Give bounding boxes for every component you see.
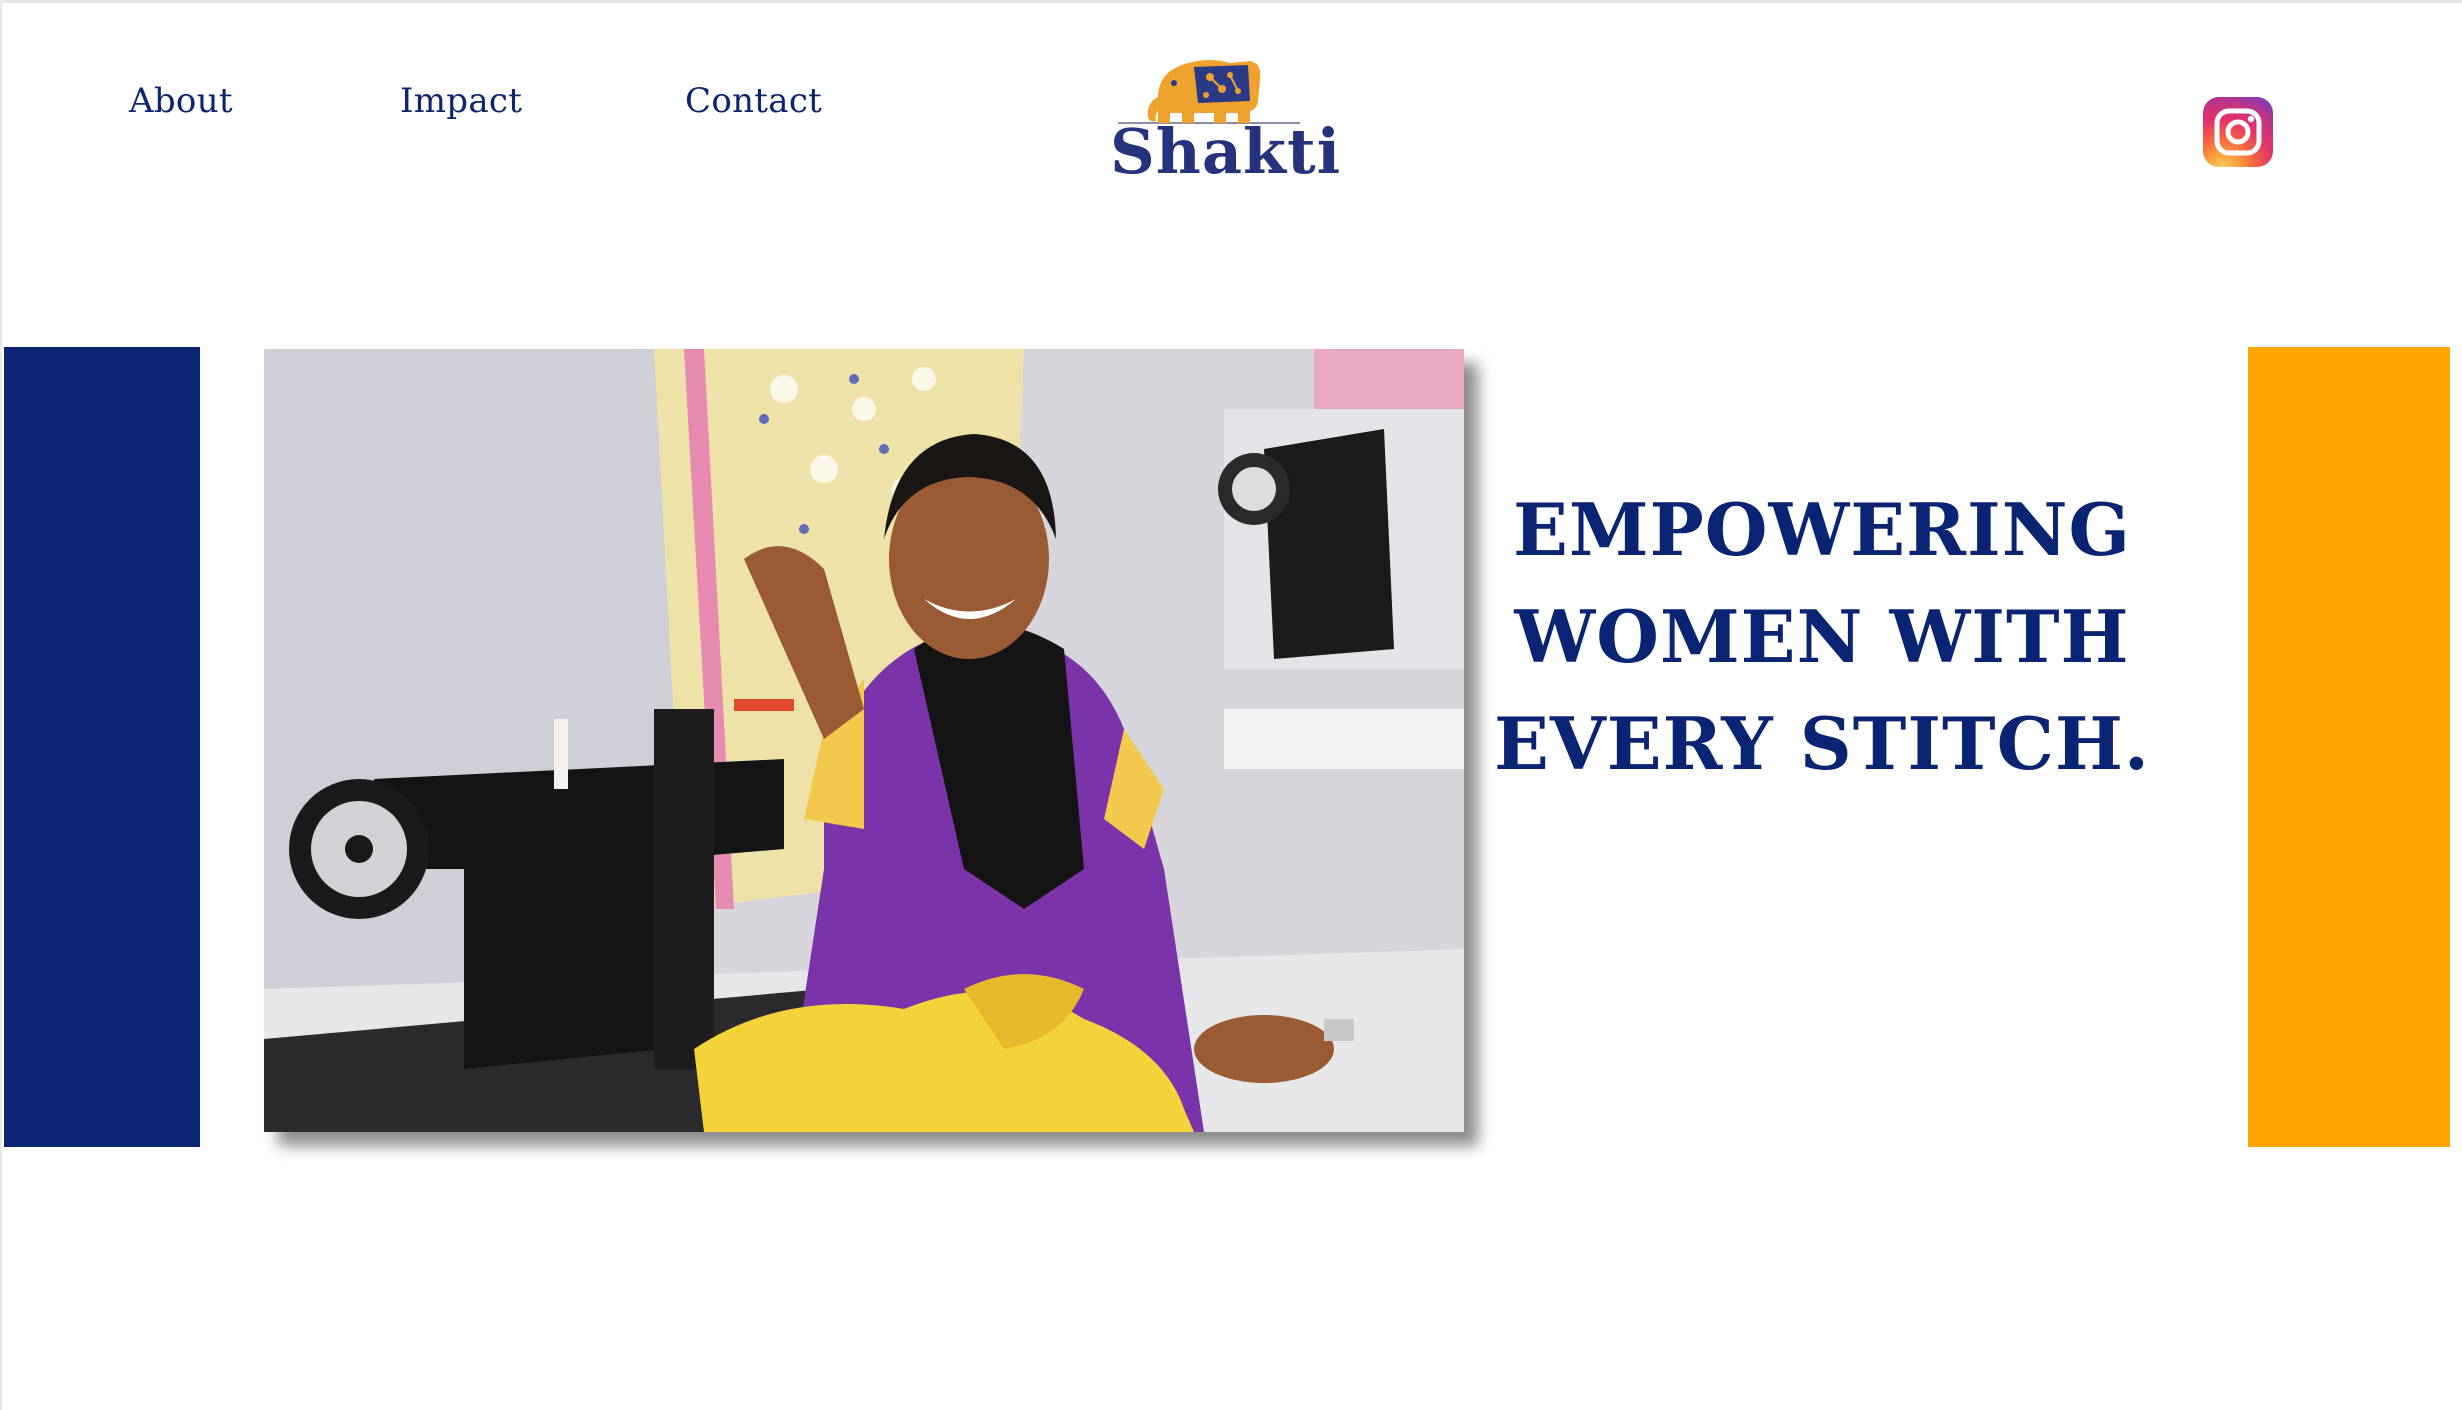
nav-link-contact[interactable]: Contact (685, 81, 822, 121)
page: About Impact Contact Shakti EMPOWERING W… (0, 0, 2462, 1410)
headline-line-1: EMPOWERING (1513, 487, 2131, 573)
headline-line-3: EVERY STITCH. (1494, 701, 2150, 787)
instagram-glyph (2214, 108, 2262, 156)
nav-link-about[interactable]: About (129, 81, 233, 121)
woman-sewing-photo (264, 349, 1464, 1132)
hero-headline: EMPOWERING WOMEN WITH EVERY STITCH. (1482, 476, 2162, 797)
headline-line-2: WOMEN WITH (1514, 594, 2130, 680)
instagram-icon[interactable] (2203, 97, 2273, 167)
logo-wordmark: Shakti (1110, 115, 1342, 188)
shakti-logo[interactable]: Shakti (1110, 53, 1342, 193)
decorative-band-orange (2248, 347, 2450, 1147)
nav-link-impact[interactable]: Impact (400, 81, 522, 121)
decorative-band-navy (4, 347, 200, 1147)
